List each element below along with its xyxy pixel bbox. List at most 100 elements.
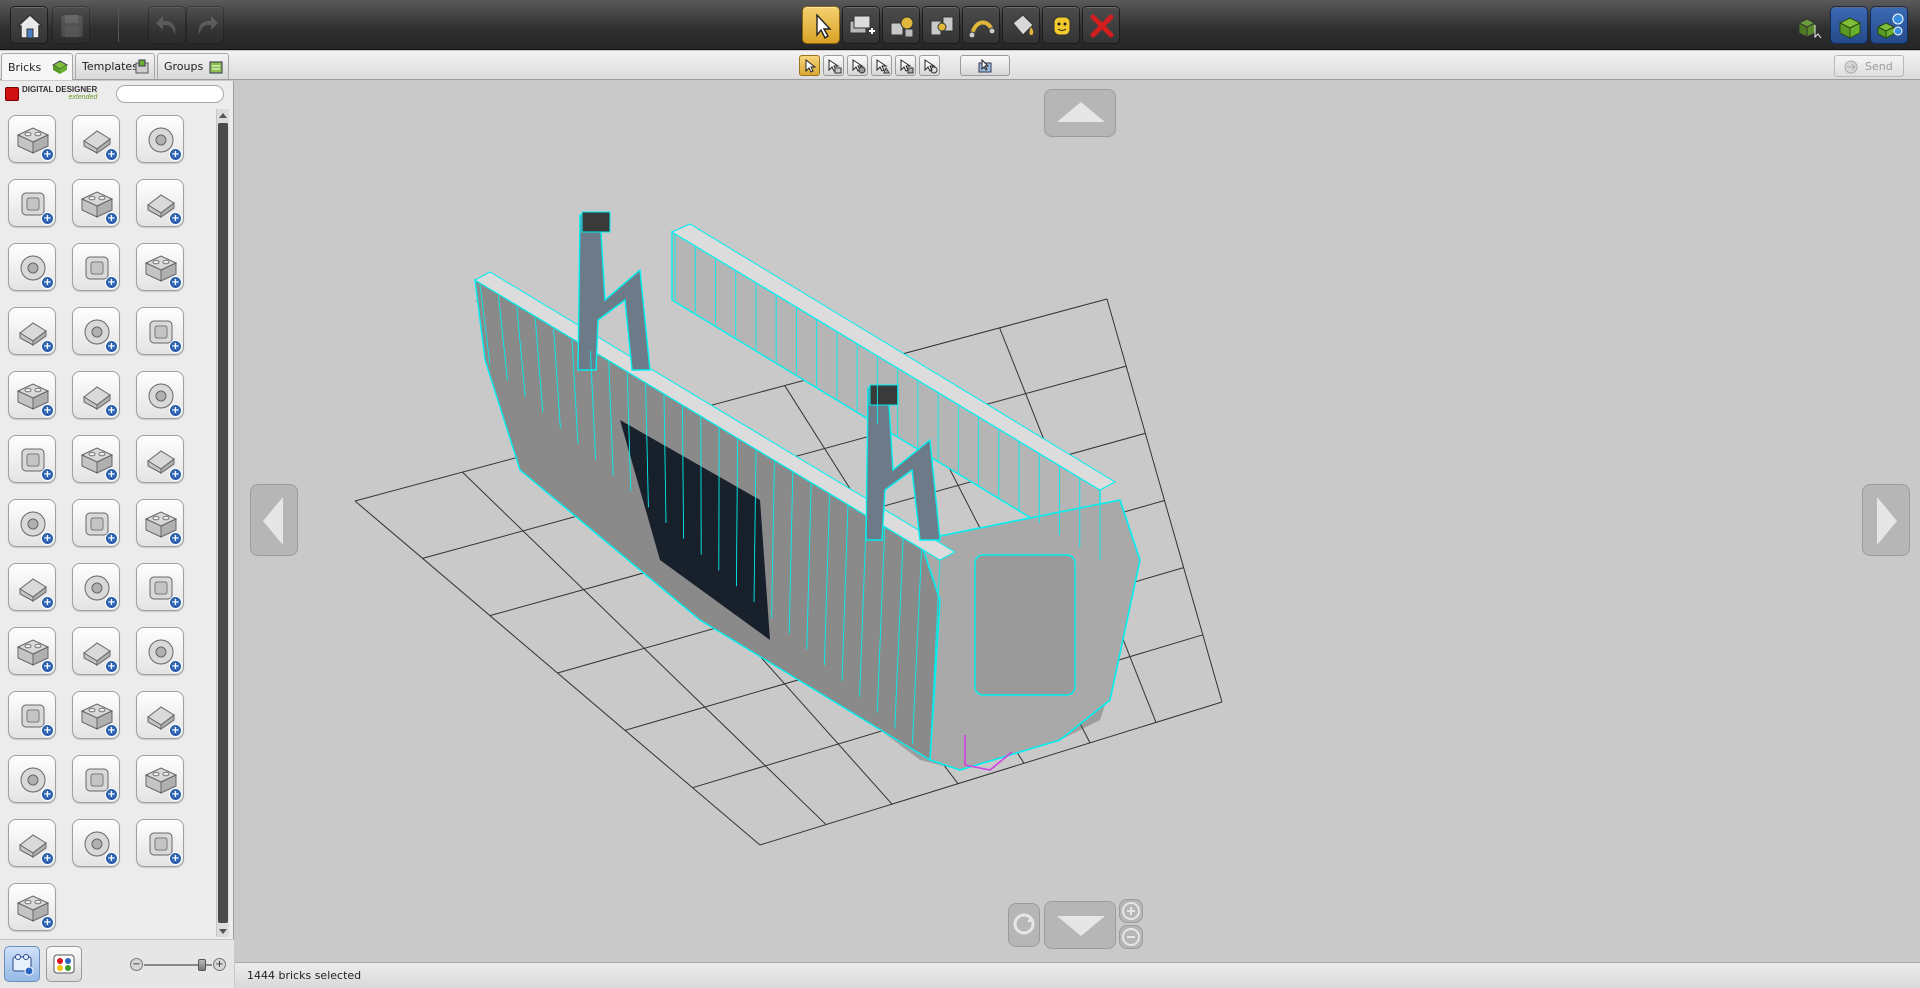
- palette-brick-12[interactable]: +: [136, 307, 184, 355]
- add-brick-icon: +: [41, 788, 54, 801]
- camera-reset-button[interactable]: [1008, 903, 1040, 947]
- view-by-color-button[interactable]: [46, 946, 82, 982]
- flex-tool-button[interactable]: [962, 6, 1000, 44]
- camera-left-button[interactable]: [250, 484, 298, 556]
- hinge-align-tool-button[interactable]: [922, 6, 960, 44]
- zoom-in-icon[interactable]: +: [213, 958, 226, 971]
- zoom-knob[interactable]: [198, 959, 207, 971]
- palette-brick-11[interactable]: +: [72, 307, 120, 355]
- tab-bricks[interactable]: Bricks: [1, 53, 73, 80]
- tab-templates[interactable]: Templates: [75, 53, 155, 79]
- scrollbar-thumb[interactable]: [218, 123, 228, 923]
- palette-brick-32[interactable]: +: [72, 755, 120, 803]
- undo-button[interactable]: [148, 6, 186, 44]
- palette-brick-3[interactable]: +: [136, 115, 184, 163]
- palette-brick-1[interactable]: +: [8, 115, 56, 163]
- main-toolbar: [0, 0, 1920, 50]
- palette-brick-23[interactable]: +: [72, 563, 120, 611]
- add-brick-icon: +: [169, 660, 182, 673]
- palette-brick-28[interactable]: +: [8, 691, 56, 739]
- send-label: Send: [1865, 59, 1893, 73]
- connected-select-button[interactable]: [823, 55, 844, 76]
- cursor-shape-icon: [876, 59, 890, 74]
- add-brick-icon: +: [169, 852, 182, 865]
- camera-up-button[interactable]: [1044, 89, 1116, 137]
- shape-select-button[interactable]: [871, 55, 892, 76]
- palette-brick-24[interactable]: +: [136, 563, 184, 611]
- palette-brick-8[interactable]: +: [72, 243, 120, 291]
- palette-brick-10[interactable]: +: [8, 307, 56, 355]
- palette-brick-31[interactable]: +: [8, 755, 56, 803]
- tab-groups[interactable]: Groups: [157, 53, 229, 79]
- invert-select-button[interactable]: [919, 55, 940, 76]
- palette-brick-17[interactable]: +: [72, 435, 120, 483]
- add-brick-icon: +: [105, 788, 118, 801]
- palette-brick-7[interactable]: +: [8, 243, 56, 291]
- scroll-up-arrow-icon[interactable]: [219, 113, 227, 118]
- palette-brick-2[interactable]: +: [72, 115, 120, 163]
- palette-brick-30[interactable]: +: [136, 691, 184, 739]
- palette-scrollbar[interactable]: [216, 109, 229, 937]
- palette-brick-29[interactable]: +: [72, 691, 120, 739]
- delete-tool-button[interactable]: [1082, 6, 1120, 44]
- palette-brick-20[interactable]: +: [72, 499, 120, 547]
- paint-tool-button[interactable]: [1002, 6, 1040, 44]
- model-scene[interactable]: [235, 81, 1920, 961]
- send-button[interactable]: Send: [1834, 55, 1904, 77]
- camera-right-button[interactable]: [1862, 484, 1910, 556]
- palette-brick-6[interactable]: +: [136, 179, 184, 227]
- palette-brick-18[interactable]: +: [136, 435, 184, 483]
- cursor-invert-icon: [924, 59, 938, 74]
- palette-brick-15[interactable]: +: [136, 371, 184, 419]
- palette-brick-13[interactable]: +: [8, 371, 56, 419]
- palette-brick-5[interactable]: +: [72, 179, 120, 227]
- zoom-in-view-button[interactable]: [1119, 899, 1143, 923]
- add-brick-icon: +: [41, 404, 54, 417]
- cursor-icon: [816, 13, 832, 40]
- palette-brick-35[interactable]: +: [72, 819, 120, 867]
- select-tool-button[interactable]: [802, 6, 840, 44]
- palette-brick-9[interactable]: +: [136, 243, 184, 291]
- palette-footer: − +: [0, 939, 234, 988]
- add-brick-icon: +: [41, 468, 54, 481]
- palette-brick-27[interactable]: +: [136, 627, 184, 675]
- palette-brick-19[interactable]: +: [8, 499, 56, 547]
- palette-brick-16[interactable]: +: [8, 435, 56, 483]
- palette-brick-14[interactable]: +: [72, 371, 120, 419]
- view-mode-button[interactable]: [1830, 6, 1868, 44]
- add-brick-icon: +: [105, 212, 118, 225]
- zoom-out-view-button[interactable]: [1119, 925, 1143, 949]
- group-select-button[interactable]: [960, 55, 1010, 76]
- palette-brick-37[interactable]: +: [8, 883, 56, 931]
- build-mode-button[interactable]: [1790, 6, 1828, 44]
- single-select-button[interactable]: [799, 55, 820, 76]
- palette-brick-26[interactable]: +: [72, 627, 120, 675]
- ship-hull-model[interactable]: [473, 211, 1141, 771]
- palette-brick-36[interactable]: +: [136, 819, 184, 867]
- color-select-button[interactable]: [847, 55, 868, 76]
- palette-brick-34[interactable]: +: [8, 819, 56, 867]
- clone-tool-button[interactable]: [842, 6, 880, 44]
- add-brick-icon: +: [105, 148, 118, 161]
- zoom-out-icon[interactable]: −: [130, 958, 143, 971]
- brick-search-input[interactable]: [116, 85, 224, 103]
- palette-zoom-slider[interactable]: − +: [130, 957, 226, 973]
- palette-brick-25[interactable]: +: [8, 627, 56, 675]
- camera-down-button[interactable]: [1044, 901, 1116, 949]
- home-button[interactable]: [10, 6, 48, 44]
- palette-brick-22[interactable]: +: [8, 563, 56, 611]
- hinge-tool-button[interactable]: [882, 6, 920, 44]
- save-button[interactable]: [52, 6, 90, 44]
- decoration-tool-button[interactable]: [1042, 6, 1080, 44]
- 3d-viewport[interactable]: [235, 81, 1920, 961]
- view-by-shape-button[interactable]: [4, 946, 40, 982]
- clone-icon: [849, 15, 875, 34]
- palette-brick-4[interactable]: +: [8, 179, 56, 227]
- redo-button[interactable]: [186, 6, 224, 44]
- color-shape-select-button[interactable]: [895, 55, 916, 76]
- palette-brick-21[interactable]: +: [136, 499, 184, 547]
- palette-brick-33[interactable]: +: [136, 755, 184, 803]
- scroll-down-arrow-icon[interactable]: [219, 929, 227, 934]
- building-guide-button[interactable]: [1870, 6, 1908, 44]
- add-brick-icon: +: [41, 660, 54, 673]
